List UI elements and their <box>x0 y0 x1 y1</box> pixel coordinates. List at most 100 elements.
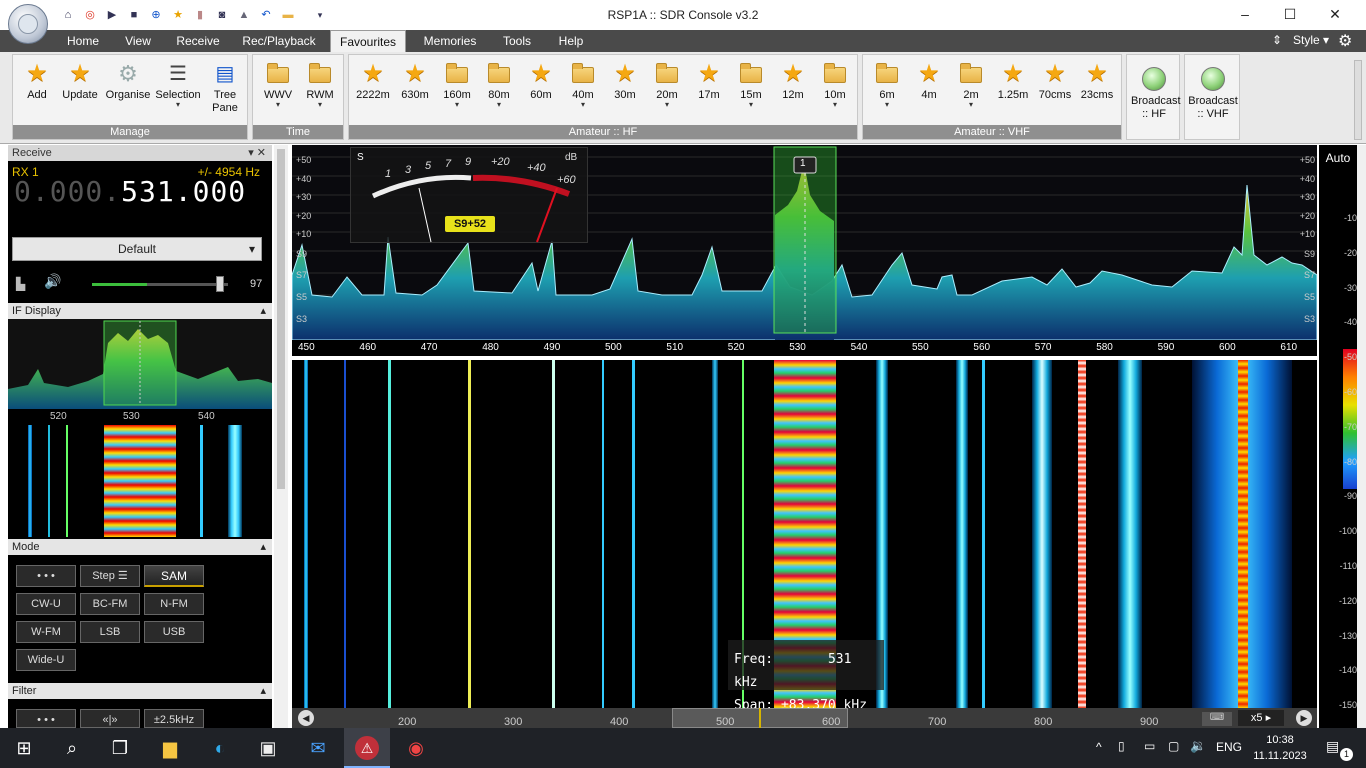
band-30m-button[interactable]: ★ 30m <box>605 62 645 102</box>
band-60m-button[interactable]: ★ 60m <box>521 62 561 102</box>
frequency-display[interactable]: 0.000.531.000 <box>14 175 246 208</box>
band-1-25m-button[interactable]: ★ 1.25m <box>993 62 1033 102</box>
search-icon[interactable]: ⌕ <box>60 736 84 760</box>
band-17m-button[interactable]: ★ 17m <box>689 62 729 102</box>
collapse-icon[interactable]: ▴ <box>260 303 266 319</box>
spectrum-frequency-axis[interactable]: 450 460 470 480 490 500 510 520 530 540 550 560 570 5… <box>292 340 1317 356</box>
add-favourite-button[interactable]: ★ Add <box>19 62 55 102</box>
rwm-button[interactable]: RWM ▾ <box>299 63 341 109</box>
collapse-icon[interactable]: ▴ <box>260 539 266 555</box>
auto-level-button[interactable]: Auto <box>1319 151 1357 165</box>
maximize-button[interactable]: ☐ <box>1277 4 1303 24</box>
right-scrollbar[interactable] <box>1357 145 1366 728</box>
notifications-icon[interactable]: ▤ <box>1326 738 1339 755</box>
mode-more-button[interactable]: • • • <box>16 565 76 587</box>
sdr-console-taskbar-button[interactable]: ⚠ <box>344 728 390 768</box>
style-arrows-icon[interactable]: ⇕ <box>1272 33 1282 47</box>
close-panel-icon[interactable]: ▾ ✕ <box>248 145 266 161</box>
mail-icon[interactable]: ✉ <box>306 736 330 760</box>
selection-button[interactable]: ☰ Selection ▾ <box>153 63 203 109</box>
volume-thumb[interactable] <box>216 276 224 292</box>
store-icon[interactable]: ▣ <box>256 736 280 760</box>
tab-memories[interactable]: Memories <box>418 30 482 52</box>
left-panel-scrollbar[interactable] <box>274 145 288 728</box>
band-12m-button[interactable]: ★ 12m <box>773 62 813 102</box>
if-spectrum[interactable] <box>8 319 272 409</box>
tab-tools[interactable]: Tools <box>496 30 538 52</box>
minimize-button[interactable]: – <box>1232 4 1258 24</box>
wwv-button[interactable]: WWV ▾ <box>257 63 299 109</box>
mode-lsb-button[interactable]: LSB <box>80 621 140 643</box>
band-40m-button[interactable]: 40m ▾ <box>563 63 603 109</box>
band-23cms-button[interactable]: ★ 23cms <box>1077 62 1117 102</box>
broadcast-vhf-button[interactable]: Broadcast :: VHF <box>1186 63 1240 121</box>
speaker-icon[interactable]: 🔊 <box>44 273 61 290</box>
windows-start-icon[interactable]: ⊞ <box>12 736 36 760</box>
band-80m-button[interactable]: 80m ▾ <box>479 63 519 109</box>
mode-cw-u-button[interactable]: CW-U <box>16 593 76 615</box>
step-button[interactable]: Step ☰ <box>80 565 140 587</box>
tab-help[interactable]: Help <box>552 30 590 52</box>
mode-wide-u-button[interactable]: Wide-U <box>16 649 76 671</box>
style-dropdown[interactable]: Style ▾ <box>1293 33 1329 47</box>
band-70cms-button[interactable]: ★ 70cms <box>1035 62 1075 102</box>
mode-bc-fm-button[interactable]: BC-FM <box>80 593 140 615</box>
band-6m-button[interactable]: 6m ▾ <box>867 63 907 109</box>
organise-button[interactable]: ⚙ Organise <box>103 63 153 102</box>
settings-gear-icon[interactable]: ⚙ <box>1338 31 1352 51</box>
spectrum-display[interactable]: 1 +50 +40 +30 +20 +10 S9 S7 S5 S3 +50 +40 +30 +20 +1… <box>292 145 1317 340</box>
keyboard-icon[interactable]: ⌨ <box>1202 712 1232 726</box>
band-160m-button[interactable]: 160m ▾ <box>437 63 477 109</box>
mode-w-fm-button[interactable]: W-FM <box>16 621 76 643</box>
tab-favourites[interactable]: Favourites <box>330 30 406 52</box>
application-menu-button[interactable] <box>8 4 48 44</box>
task-view-icon[interactable]: ❐ <box>108 736 132 760</box>
band-4m-button[interactable]: ★ 4m <box>909 62 949 102</box>
overview-bar[interactable]: ◀ 200 300 400 500 600 700 800 900 ⌨ x5 ▸… <box>292 708 1317 728</box>
update-favourite-button[interactable]: ★ Update <box>59 62 101 102</box>
filter-width-button[interactable]: «|» <box>80 709 140 728</box>
band-10m-button[interactable]: 10m ▾ <box>815 63 855 109</box>
level-bars-icon[interactable]: ▙ <box>16 277 25 291</box>
tray-device-icon[interactable]: ▯ <box>1118 739 1125 753</box>
waterfall-display[interactable]: Freq: 531 kHz Span: ±83.370 kHz <box>292 360 1317 713</box>
mode-n-fm-button[interactable]: N-FM <box>144 593 204 615</box>
level-label: -140 <box>1338 665 1357 676</box>
tab-home[interactable]: Home <box>60 30 106 52</box>
show-hidden-icons[interactable]: ^ <box>1096 740 1102 754</box>
tree-pane-button[interactable]: ▤ Tree Pane <box>205 63 245 115</box>
file-explorer-icon[interactable]: ▆ <box>158 736 182 760</box>
edge-browser-icon[interactable]: ◐ <box>208 736 232 760</box>
chrome-icon[interactable]: ◉ <box>404 736 428 760</box>
band-15m-button[interactable]: 15m ▾ <box>731 63 771 109</box>
preset-dropdown[interactable]: Default ▾ <box>12 237 262 261</box>
clock[interactable]: 10:38 11.11.2023 <box>1248 732 1312 764</box>
band-20m-button[interactable]: 20m ▾ <box>647 63 687 109</box>
zoom-selector[interactable]: x5 ▸ <box>1238 710 1284 726</box>
if-waterfall[interactable] <box>8 425 272 537</box>
band-2m-button[interactable]: 2m ▾ <box>951 63 991 109</box>
language-indicator[interactable]: ENG <box>1216 740 1242 754</box>
tab-receive[interactable]: Receive <box>172 30 224 52</box>
band-2222m-button[interactable]: ★ 2222m <box>353 62 393 102</box>
tab-rec-playback[interactable]: Rec/Playback <box>238 30 320 52</box>
band-630m-button[interactable]: ★ 630m <box>395 62 435 102</box>
vfo-marker[interactable]: 1 <box>800 158 806 169</box>
filter-more-button[interactable]: • • • <box>16 709 76 728</box>
level-label: -50 <box>1343 352 1357 363</box>
close-button[interactable]: ✕ <box>1322 4 1348 24</box>
mode-usb-button[interactable]: USB <box>144 621 204 643</box>
mode-sam-button[interactable]: SAM <box>144 565 204 587</box>
filter-2-5khz-button[interactable]: ±2.5kHz <box>144 709 204 728</box>
battery-icon[interactable]: ▭ <box>1144 739 1155 753</box>
tab-view[interactable]: View <box>118 30 158 52</box>
scroll-right-icon[interactable]: ▶ <box>1296 710 1312 726</box>
broadcast-hf-button[interactable]: Broadcast :: HF▾ <box>1128 63 1181 121</box>
ribbon-scrollbar[interactable] <box>1354 60 1362 140</box>
collapse-icon[interactable]: ▴ <box>260 683 266 699</box>
waterfall-level-scale[interactable]: Auto -10 -20 -30 -40 -50 -60 -70 -80 -90 -100 -110… <box>1319 145 1357 728</box>
scroll-left-icon[interactable]: ◀ <box>298 710 314 726</box>
volume-slider[interactable] <box>92 276 228 292</box>
network-icon[interactable]: ▢ <box>1168 739 1179 753</box>
volume-icon[interactable]: 🔉 <box>1190 738 1206 754</box>
